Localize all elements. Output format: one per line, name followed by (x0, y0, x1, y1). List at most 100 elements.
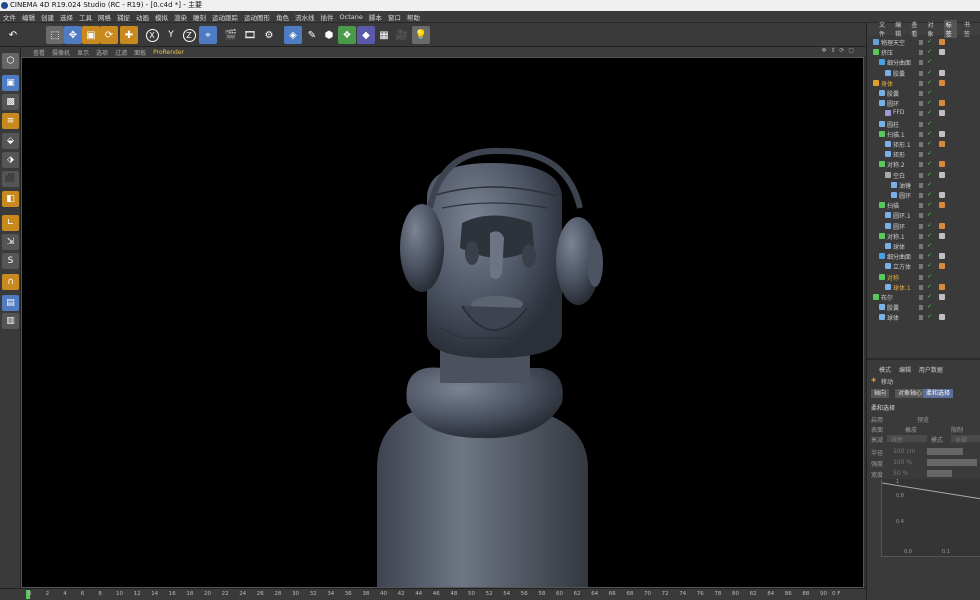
menu-item-10[interactable]: 雕刻 (193, 12, 206, 22)
enabled-check-icon[interactable]: ✓ (927, 303, 932, 310)
object-row[interactable]: 细分曲面 ✓ (867, 57, 980, 67)
attr-tab-mode[interactable]: 模式 (879, 367, 891, 374)
enabled-check-icon[interactable]: ✓ (927, 140, 932, 147)
radius-slider[interactable] (927, 448, 963, 455)
object-row[interactable]: 布尔 ✓ (867, 292, 980, 302)
polygon-mode-icon[interactable]: ⬛ (2, 171, 19, 187)
tag-icon[interactable] (939, 253, 945, 260)
menu-item-8[interactable]: 模拟 (155, 12, 168, 22)
viewport-navigation-icons[interactable]: ✥ ⇕ ⟳ ▢ (822, 47, 855, 54)
attr-subtab-axis[interactable]: 轴向 (871, 389, 890, 398)
timeline[interactable]: 0 F 0 2 4 6 8 10 12 14 16 18 20 22 24 26 28 30 32 34 36 38 4… (0, 588, 866, 600)
object-row[interactable]: 对称.1 ✓ (867, 231, 980, 241)
menu-item-16[interactable]: Octane (340, 13, 363, 21)
om-tab-1[interactable]: 编辑 (895, 20, 904, 38)
enabled-check-icon[interactable]: ✓ (927, 79, 932, 86)
enabled-check-icon[interactable]: ✓ (927, 262, 932, 269)
tweak-mode-icon[interactable]: ⇲ (2, 234, 19, 250)
tag-icon[interactable] (939, 161, 945, 168)
menu-item-7[interactable]: 动画 (136, 12, 149, 22)
tag-icon[interactable] (939, 283, 945, 290)
move-tool-icon[interactable]: ✥ (64, 26, 82, 44)
menu-item-4[interactable]: 工具 (79, 12, 92, 22)
viewport-menu-prorender[interactable]: ProRender (153, 49, 184, 56)
tag-icon[interactable] (939, 314, 945, 321)
tag-icon[interactable] (939, 192, 945, 198)
selection-tool-icon[interactable]: ⬚ (46, 26, 64, 44)
menu-item-11[interactable]: 运动跟踪 (212, 12, 238, 22)
object-row[interactable]: 扫描 ✓ (867, 200, 980, 210)
enabled-check-icon[interactable]: ✓ (927, 89, 932, 96)
object-row[interactable]: 立方体 ✓ (867, 261, 980, 271)
viewport-menu-cameras[interactable]: 摄像机 (52, 48, 70, 57)
render-picture-viewer-icon[interactable]: 🎞 (241, 26, 259, 44)
menu-item-19[interactable]: 帮助 (407, 12, 420, 22)
object-row[interactable]: 圆环 ✓ (867, 190, 980, 200)
enabled-check-icon[interactable]: ✓ (927, 69, 932, 76)
attr-tab-edit[interactable]: 编辑 (899, 367, 911, 374)
object-row[interactable]: FFD ✓ (867, 108, 980, 118)
workplane-mode-icon[interactable]: ≡ (2, 113, 19, 129)
snap-icon[interactable]: S (2, 253, 19, 269)
object-row[interactable]: 圆环.1 ✓ (867, 210, 980, 220)
object-row[interactable]: 胶囊 ✓ (867, 88, 980, 98)
object-row[interactable]: 空白 ✓ (867, 170, 980, 180)
z-axis-lock-button[interactable]: Z (180, 26, 198, 44)
y-axis-lock-button[interactable]: Y (162, 26, 180, 44)
viewport-menu-filter[interactable]: 过滤 (115, 48, 127, 57)
viewport-menu-panel[interactable]: 面板 (134, 48, 146, 57)
strength-value[interactable]: 100 % (893, 459, 912, 466)
3d-viewport[interactable] (21, 57, 864, 588)
subdivision-generator-icon[interactable]: ⬢ (320, 26, 338, 44)
polygon-select-icon[interactable]: ◧ (2, 191, 19, 207)
menu-item-6[interactable]: 捕捉 (117, 12, 130, 22)
om-tab-4[interactable]: 标签 (943, 20, 957, 38)
enabled-check-icon[interactable]: ✓ (927, 201, 932, 208)
viewport-menu-options[interactable]: 选项 (96, 48, 108, 57)
width-slider[interactable] (927, 470, 952, 477)
tag-icon[interactable] (939, 130, 945, 137)
render-settings-icon[interactable]: ⚙ (260, 26, 278, 44)
scale-tool-icon[interactable]: ▣ (82, 26, 100, 44)
enabled-check-icon[interactable]: ✓ (927, 181, 932, 188)
x-axis-lock-button[interactable]: X (143, 26, 161, 44)
object-row[interactable]: 胶囊 ✓ (867, 68, 980, 78)
object-row[interactable]: 矩形 ✓ (867, 149, 980, 159)
object-row[interactable]: 圆柱 ✓ (867, 119, 980, 129)
om-tab-2[interactable]: 查看 (911, 20, 920, 38)
menu-item-17[interactable]: 脚本 (369, 12, 382, 22)
object-row[interactable]: 身体 ✓ (867, 78, 980, 88)
pen-spline-icon[interactable]: ✎ (303, 26, 321, 44)
strength-slider[interactable] (927, 459, 977, 466)
enabled-check-icon[interactable]: ✓ (927, 211, 932, 218)
menu-item-9[interactable]: 渲染 (174, 12, 187, 22)
tag-icon[interactable] (939, 141, 945, 147)
object-row[interactable]: 对称.2 ✓ (867, 159, 980, 169)
enabled-check-icon[interactable]: ✓ (927, 109, 932, 116)
object-row[interactable]: 圆环 ✓ (867, 98, 980, 108)
edge-mode-icon[interactable]: ⬗ (2, 152, 19, 168)
radius-value[interactable]: 100 cm (893, 448, 916, 455)
tag-icon[interactable] (939, 100, 945, 107)
object-row[interactable]: 胶囊 ✓ (867, 302, 980, 312)
menu-item-14[interactable]: 流水线 (295, 12, 315, 22)
cube-object-icon[interactable]: ◈ (284, 26, 302, 44)
axis-mode-icon[interactable]: ∟ (2, 215, 19, 231)
model-mode-icon[interactable]: ▣ (2, 75, 19, 91)
tag-icon[interactable] (939, 49, 945, 56)
tag-icon[interactable] (939, 69, 945, 76)
enabled-check-icon[interactable]: ✓ (927, 191, 932, 198)
object-row[interactable]: 扫描.1 ✓ (867, 129, 980, 139)
point-mode-icon[interactable]: ⬙ (2, 133, 19, 149)
om-tab-5[interactable]: 书签 (964, 20, 973, 38)
object-row[interactable]: 矩形.1 ✓ (867, 139, 980, 149)
enabled-check-icon[interactable]: ✓ (927, 222, 932, 229)
enabled-check-icon[interactable]: ✓ (927, 232, 932, 239)
tag-icon[interactable] (939, 232, 945, 239)
attr-subtab-soft-selection[interactable]: 柔和选择 (923, 389, 954, 398)
magnet-icon[interactable]: ∩ (2, 274, 19, 290)
camera-icon[interactable]: 🎥 (393, 26, 411, 44)
enabled-check-icon[interactable]: ✓ (927, 252, 932, 259)
enabled-check-icon[interactable]: ✓ (927, 130, 932, 137)
enabled-check-icon[interactable]: ✓ (927, 293, 932, 300)
